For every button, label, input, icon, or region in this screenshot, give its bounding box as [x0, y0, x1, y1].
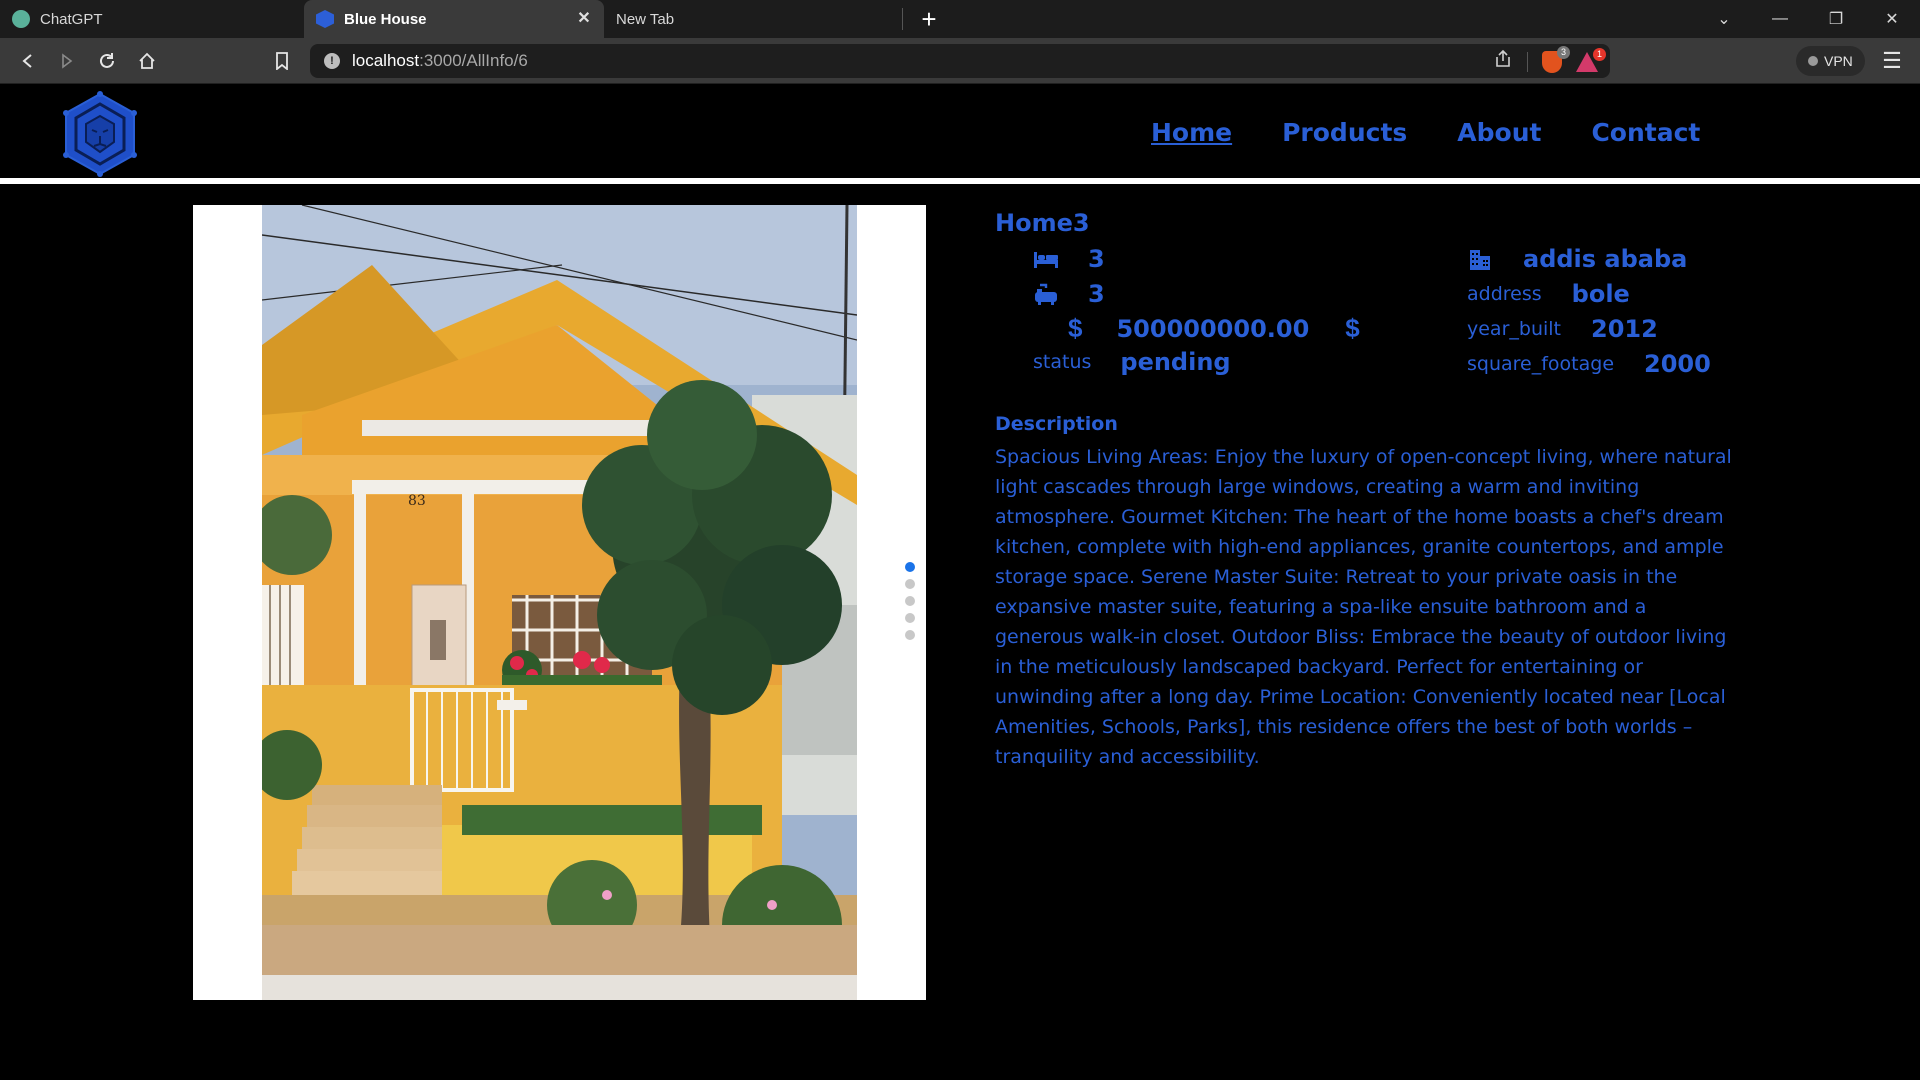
bed-icon: [1033, 248, 1059, 270]
city-value: addis ababa: [1523, 245, 1688, 273]
dollar-icon: $: [1345, 313, 1360, 343]
url-path: :3000/AllInfo/6: [419, 51, 528, 70]
city-row: addis ababa: [1467, 245, 1687, 273]
carousel-dot[interactable]: [905, 613, 915, 623]
nav-contact-link[interactable]: Contact: [1591, 118, 1700, 147]
header-divider: [0, 178, 1920, 184]
tab-new-tab[interactable]: New Tab: [604, 0, 902, 38]
address-label: address: [1467, 283, 1542, 305]
description-heading: Description: [995, 413, 1118, 435]
carousel-dot[interactable]: [905, 596, 915, 606]
shields-badge: 3: [1556, 45, 1570, 59]
year-built-label: year_built: [1467, 318, 1561, 340]
bedrooms-row: 3: [1033, 245, 1105, 273]
bathrooms-value: 3: [1088, 280, 1105, 308]
lion-hexagon-logo[interactable]: [62, 90, 138, 178]
browser-tab-bar: ChatGPT Blue House ✕ New Tab + ⌄ — ❐ ✕: [0, 0, 1920, 38]
brave-shields-icon[interactable]: 3: [1542, 45, 1570, 73]
bookmark-icon[interactable]: [268, 47, 296, 75]
carousel-dot[interactable]: [905, 562, 915, 572]
share-icon[interactable]: [1493, 49, 1513, 74]
url-separator: [1527, 51, 1528, 72]
restore-button[interactable]: ❐: [1808, 0, 1864, 38]
tab-title: Blue House: [344, 10, 427, 28]
property-image-carousel[interactable]: 83: [193, 205, 926, 1000]
property-photo: 83: [262, 205, 857, 1000]
nav-home-link[interactable]: Home: [1151, 118, 1232, 147]
bedrooms-value: 3: [1088, 245, 1105, 273]
price-row: $ 500000000.00 $: [1068, 313, 1360, 344]
property-title: Home3: [995, 209, 1090, 237]
site-header: Home Products About Contact: [0, 84, 1920, 178]
tab-title: ChatGPT: [40, 10, 103, 28]
bathrooms-row: 3: [1033, 280, 1105, 308]
bath-icon: [1033, 283, 1059, 305]
rewards-badge: 1: [1593, 47, 1607, 61]
browser-menu-icon[interactable]: ☰: [1878, 47, 1906, 75]
description-text: Spacious Living Areas: Enjoy the luxury …: [995, 446, 1732, 768]
vpn-button[interactable]: VPN: [1796, 46, 1865, 76]
tab-title: New Tab: [616, 10, 675, 28]
forward-icon[interactable]: [53, 47, 81, 75]
nav-products-link[interactable]: Products: [1282, 118, 1407, 147]
tab-search-chevron-icon[interactable]: ⌄: [1696, 0, 1752, 38]
address-row: address bole: [1467, 280, 1630, 308]
price-value: 500000000.00: [1116, 314, 1310, 343]
status-label: status: [1033, 351, 1092, 373]
square-footage-value: 2000: [1644, 350, 1711, 378]
nav-about-link[interactable]: About: [1457, 118, 1541, 147]
site-info-icon[interactable]: !: [324, 53, 340, 69]
vpn-status-icon: [1808, 56, 1818, 66]
brave-rewards-icon[interactable]: 1: [1576, 47, 1607, 72]
back-icon[interactable]: [14, 47, 42, 75]
new-tab-button[interactable]: +: [909, 0, 949, 38]
carousel-dot[interactable]: [905, 630, 915, 640]
year-built-row: year_built 2012: [1467, 315, 1658, 343]
blue-house-hex-icon: [316, 10, 334, 28]
home-icon[interactable]: [133, 47, 161, 75]
square-footage-row: square_footage 2000: [1467, 350, 1711, 378]
reload-icon[interactable]: [93, 47, 121, 75]
tab-chatgpt[interactable]: ChatGPT: [0, 0, 304, 38]
address-value: bole: [1571, 280, 1630, 308]
minimize-button[interactable]: —: [1752, 0, 1808, 38]
browser-toolbar: ! localhost :3000/AllInfo/6 3 1 VPN ☰: [0, 38, 1920, 84]
carousel-dot[interactable]: [905, 579, 915, 589]
carousel-indicators: [905, 562, 915, 640]
vpn-label: VPN: [1824, 53, 1853, 69]
status-value: pending: [1120, 348, 1231, 376]
square-footage-label: square_footage: [1467, 353, 1615, 375]
window-controls: ⌄ — ❐ ✕: [1696, 0, 1920, 38]
status-row: status pending: [1033, 348, 1231, 376]
chatgpt-icon: [12, 10, 30, 28]
tab-blue-house[interactable]: Blue House ✕: [304, 0, 604, 38]
address-bar[interactable]: ! localhost :3000/AllInfo/6 3 1: [310, 44, 1610, 78]
url-host: localhost: [352, 51, 420, 70]
close-window-button[interactable]: ✕: [1864, 0, 1920, 38]
main-nav: Home Products About Contact: [1151, 118, 1700, 147]
city-buildings-icon: [1467, 248, 1493, 270]
close-tab-icon[interactable]: ✕: [574, 9, 594, 29]
svg-text:83: 83: [408, 493, 426, 509]
tab-separator: [902, 8, 903, 30]
year-built-value: 2012: [1591, 315, 1658, 343]
dollar-icon: $: [1068, 313, 1083, 343]
